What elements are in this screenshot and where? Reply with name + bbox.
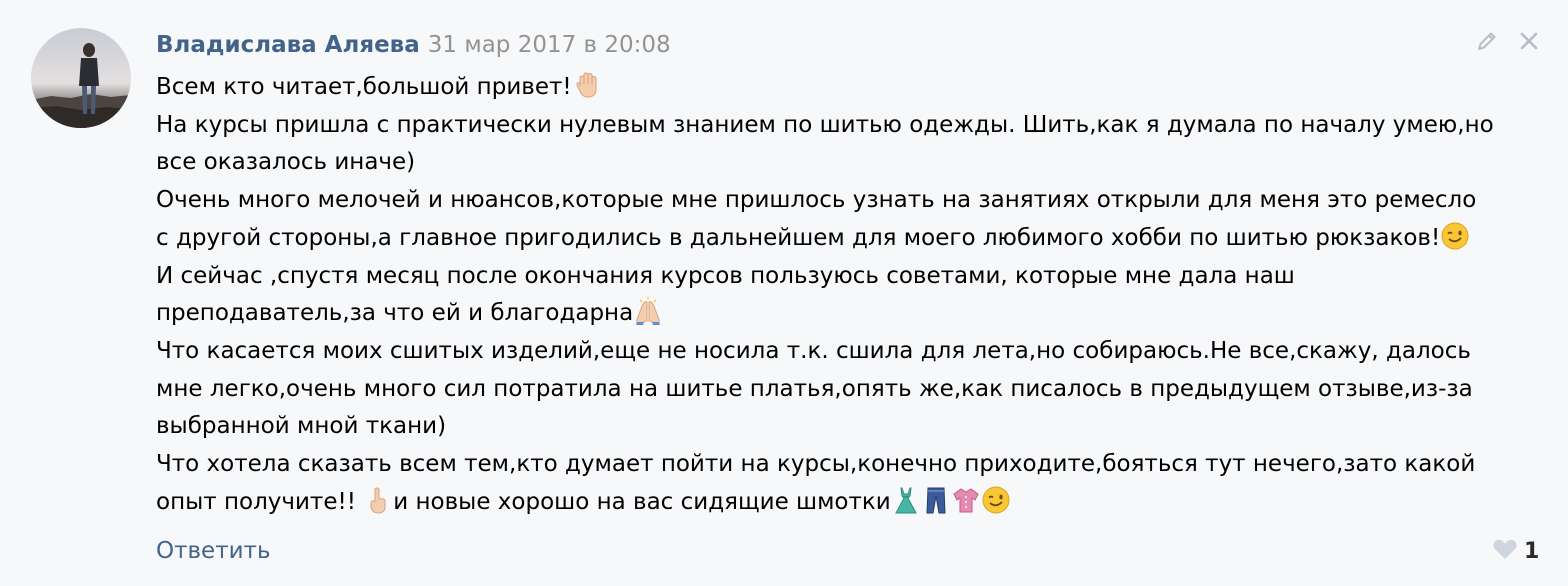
reply-button[interactable]: Ответить: [156, 534, 271, 568]
pencil-icon[interactable]: [1476, 30, 1498, 52]
blouse-emoji: [951, 485, 981, 515]
text-line: Что хотела сказать всем тем,кто думает п…: [156, 451, 1476, 478]
jeans-emoji: [921, 485, 951, 515]
winking-face-emoji: [1440, 221, 1470, 251]
text-line: Очень много мелочей и нюансов,которые мн…: [156, 187, 1477, 214]
text-line: опыт получите!! и новые хорошо на вас си…: [156, 484, 1556, 522]
comment-text: Всем кто читает,большой привет! На курсы…: [156, 69, 1556, 521]
folded-hands-emoji: [633, 296, 663, 326]
text-line: преподаватель,за что ей и благодарна: [156, 295, 1556, 333]
like-count: 1: [1524, 538, 1540, 564]
text-line: И сейчас ,спустя месяц после окончания к…: [156, 262, 1295, 289]
author-name[interactable]: Владислава Аляева: [156, 32, 420, 58]
dress-emoji: [891, 485, 921, 515]
winking-face-emoji: [981, 485, 1011, 515]
raised-hand-emoji: [572, 70, 602, 100]
pointing-up-emoji: [363, 485, 393, 515]
text-line: с другой стороны,а главное пригодились в…: [156, 220, 1556, 258]
text-line: мне легко,очень много сил потратила на ш…: [156, 375, 1473, 402]
text-line: Что касается моих сшитых изделий,еще не …: [156, 337, 1471, 364]
text-line: Всем кто читает,большой привет!: [156, 69, 1556, 107]
comment-date[interactable]: 31 мар 2017 в 20:08: [428, 32, 671, 58]
comment-header: Владислава Аляева 31 мар 2017 в 20:08: [156, 28, 671, 62]
text-line: выбранной мной ткани): [156, 413, 447, 440]
heart-icon: [1492, 538, 1518, 564]
close-icon[interactable]: [1518, 30, 1540, 52]
text-line: На курсы пришла с практически нулевым зн…: [156, 111, 1494, 138]
text-line: все оказалось иначе): [156, 149, 416, 176]
avatar[interactable]: [31, 28, 131, 128]
like-button[interactable]: 1: [1492, 534, 1539, 568]
